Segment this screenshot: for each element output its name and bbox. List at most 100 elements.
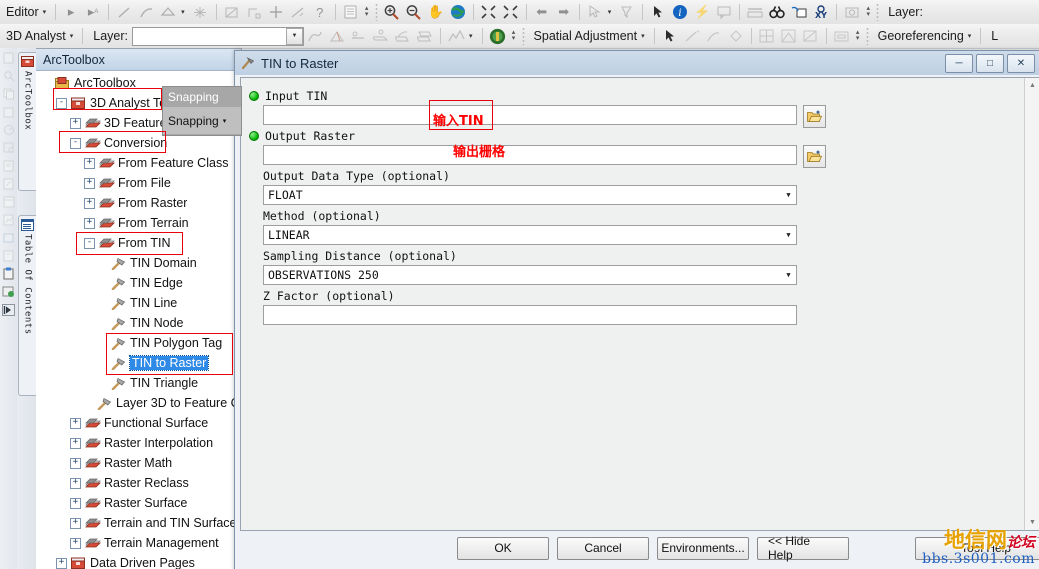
expand-icon[interactable]: + (70, 537, 81, 549)
expand-icon[interactable]: + (84, 177, 95, 189)
minimize-button[interactable]: ─ (945, 53, 973, 73)
collapse-panel-icon[interactable] (1, 301, 16, 318)
edge-match-icon[interactable] (800, 26, 822, 46)
fixed-zoom-in-icon[interactable] (478, 2, 500, 22)
tree-item-tin-triangle[interactable]: TIN Triangle (36, 373, 241, 393)
favorites-icon[interactable] (1, 229, 16, 246)
tree-item-tin-node[interactable]: TIN Node (36, 313, 241, 333)
fixed-zoom-out-icon[interactable] (500, 2, 522, 22)
results-icon[interactable] (1, 121, 16, 138)
interpolate-line-icon[interactable] (304, 26, 326, 46)
analyst3d-menu-label[interactable]: 3D Analyst (0, 24, 68, 48)
editor-menu-label[interactable]: Editor (0, 0, 41, 24)
select-elements-icon[interactable] (584, 2, 606, 22)
tree-item-data-driven-pages[interactable]: + Data Driven Pages (36, 553, 241, 569)
tree-item-tin-domain[interactable]: TIN Domain (36, 253, 241, 273)
view-link-table-icon[interactable] (756, 26, 778, 46)
toolbar-grip-4[interactable] (865, 27, 869, 45)
form-scrollbar[interactable]: ▲ ▼ (1024, 78, 1039, 530)
sidebar-item-table-of-contents[interactable]: Table Of Contents (18, 215, 36, 396)
construct-points-icon[interactable] (190, 2, 212, 22)
contour-icon[interactable] (445, 26, 467, 46)
trace-caret[interactable]: ▾ (179, 8, 190, 16)
tree-item-from-raster[interactable]: + From Raster (36, 193, 241, 213)
multiple-displacement-links-icon[interactable] (725, 26, 747, 46)
expand-icon[interactable]: + (84, 197, 95, 209)
line-of-sight-icon[interactable] (348, 26, 370, 46)
expand-icon[interactable]: + (70, 437, 81, 449)
cancel-button[interactable]: Cancel (557, 536, 649, 560)
chevron-down-icon[interactable]: ▾ (223, 117, 227, 125)
georeferencing-menu-label[interactable]: Georeferencing (872, 24, 966, 48)
zoom-in-icon[interactable] (381, 2, 403, 22)
snapping-menu[interactable]: Snapping ▾ (163, 107, 241, 134)
layout-icon[interactable] (1, 193, 16, 210)
browse-folder-button-output-raster[interactable] (803, 144, 826, 168)
clipboard-icon[interactable] (1, 265, 16, 282)
restore-button[interactable]: □ (976, 53, 1004, 73)
toolbar-overflow-button-2[interactable]: ▴ ▾ (863, 2, 873, 22)
scroll-up-icon[interactable]: ▲ (1025, 78, 1039, 93)
tree-item-raster-math[interactable]: + Raster Math (36, 453, 241, 473)
layer-combo[interactable]: ▼ (132, 26, 305, 46)
hyperlink-icon[interactable]: ⚡ (691, 2, 713, 22)
toolbar-overflow-button-3[interactable]: ▴ ▾ (509, 26, 519, 46)
attributes-table-icon[interactable] (340, 2, 362, 22)
select-features-icon[interactable]: ▸ (60, 2, 82, 22)
chevron-down-icon[interactable]: ▼ (781, 187, 796, 203)
expand-icon[interactable]: + (70, 477, 81, 489)
tree-item-from-feature-class[interactable]: + From Feature Class (36, 153, 241, 173)
field-input-output-raster[interactable] (263, 145, 797, 165)
create-profile-icon[interactable] (392, 26, 414, 46)
expand-icon[interactable]: + (84, 217, 95, 229)
select-elements-caret[interactable]: ▾ (606, 8, 617, 16)
field-input-sampling-distance[interactable]: OBSERVATIONS 250 ▼ (263, 265, 797, 285)
tree-item-layer-3d-to-feature-class[interactable]: Layer 3D to Feature Class (36, 393, 241, 413)
spatial-adjustment-caret[interactable]: ▾ (639, 32, 650, 40)
catalog-icon[interactable] (1, 49, 16, 66)
tree-item-raster-interpolation[interactable]: + Raster Interpolation (36, 433, 241, 453)
browse-folder-button-input-tin[interactable] (803, 104, 826, 128)
graph-icon[interactable] (1, 211, 16, 228)
full-extent-globe-icon[interactable] (447, 2, 469, 22)
toolbar-grip-3[interactable] (521, 27, 525, 45)
chevron-down-icon[interactable]: ▼ (781, 267, 796, 283)
report-icon[interactable] (1, 175, 16, 192)
environments-button[interactable]: Environments... (657, 536, 749, 560)
select-by-rectangle-icon[interactable]: ▸ A (82, 2, 104, 22)
paste-icon[interactable] (1, 103, 16, 120)
tree-item-functional-surface[interactable]: + Functional Surface (36, 413, 241, 433)
python-icon[interactable] (1, 157, 16, 174)
tree-item-terrain-and-tin-surface[interactable]: + Terrain and TIN Surface (36, 513, 241, 533)
model-icon[interactable] (1, 139, 16, 156)
toolbar-grip-2[interactable] (876, 3, 880, 21)
toolbar-grip[interactable] (374, 3, 378, 21)
expand-icon[interactable]: + (70, 497, 81, 509)
zoom-out-icon[interactable] (403, 2, 425, 22)
pointer-icon[interactable] (647, 2, 669, 22)
end-point-arc-icon[interactable] (135, 2, 157, 22)
tree-item-from-terrain[interactable]: + From Terrain (36, 213, 241, 233)
georeferencing-caret[interactable]: ▾ (966, 32, 977, 40)
ok-button[interactable]: OK (457, 536, 549, 560)
attribute-transfer-icon[interactable] (831, 26, 853, 46)
sidebar-item-arctoolbox[interactable]: ArcToolbox (18, 52, 36, 191)
expand-icon[interactable]: + (56, 557, 67, 569)
chevron-down-icon[interactable]: ▼ (781, 227, 796, 243)
field-input-input-tin[interactable] (263, 105, 797, 125)
chevron-down-icon[interactable]: ▼ (286, 27, 304, 45)
identify-icon[interactable]: i (669, 2, 691, 22)
tree-item-raster-surface[interactable]: + Raster Surface (36, 493, 241, 513)
tree-item-tin-line[interactable]: TIN Line (36, 293, 241, 313)
copy-icon[interactable] (1, 85, 16, 102)
reshape-feature-icon[interactable] (243, 2, 265, 22)
profile-graph-icon[interactable] (370, 26, 392, 46)
contour-caret[interactable]: ▾ (467, 32, 478, 40)
toolbar-overflow-button-4[interactable]: ▴ ▾ (853, 26, 863, 46)
analyst3d-menu-caret[interactable]: ▾ (68, 32, 79, 40)
arcglobe-icon[interactable] (487, 26, 509, 46)
search-icon[interactable] (1, 67, 16, 84)
trace-icon[interactable] (157, 2, 179, 22)
tree-item-raster-reclass[interactable]: + Raster Reclass (36, 473, 241, 493)
editor-menu-caret[interactable]: ▾ (41, 8, 52, 16)
